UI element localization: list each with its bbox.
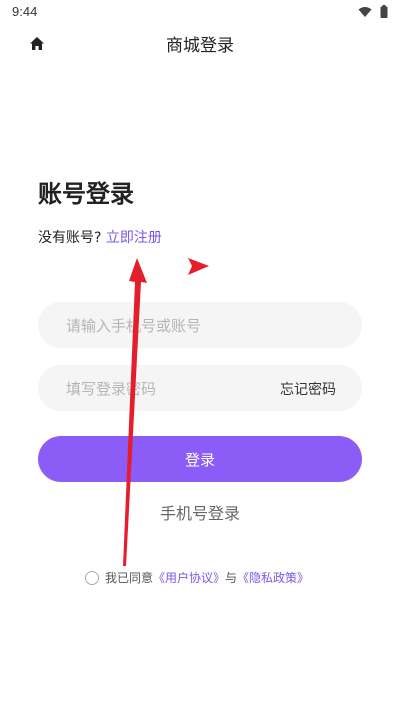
agreement-row: 我已同意 《用户协议》 与 《隐私政策》 <box>85 569 309 586</box>
battery-icon <box>380 5 388 18</box>
login-heading: 账号登录 <box>38 180 134 208</box>
header: 商城登录 <box>0 24 400 62</box>
wifi-icon <box>358 6 372 17</box>
account-field <box>38 302 362 350</box>
agreement-prefix: 我已同意 <box>105 571 154 585</box>
agreement-and: 与 <box>225 571 238 585</box>
no-account-text: 没有账号? <box>38 230 102 246</box>
register-link[interactable]: 立即注册 <box>106 230 162 246</box>
user-agreement-link[interactable]: 《用户协议》 <box>153 569 225 586</box>
login-button[interactable]: 登录 <box>38 436 362 482</box>
annotation-arrow-small <box>188 258 209 275</box>
annotation-overlay <box>123 258 209 566</box>
page-title: 商城登录 <box>166 36 234 56</box>
status-time: 9:44 <box>12 4 38 19</box>
phone-login-link[interactable]: 手机号登录 <box>0 500 400 524</box>
agree-checkbox[interactable] <box>85 570 99 585</box>
password-field: 忘记密码 <box>38 365 362 413</box>
status-bar: 9:44 <box>0 0 400 24</box>
password-input[interactable] <box>64 365 268 413</box>
forgot-password-link[interactable]: 忘记密码 <box>280 379 336 399</box>
register-prompt: 没有账号? 立即注册 <box>38 227 162 247</box>
privacy-policy-link[interactable]: 《隐私政策》 <box>237 569 309 586</box>
account-input[interactable] <box>64 302 268 350</box>
status-icons <box>358 5 388 18</box>
